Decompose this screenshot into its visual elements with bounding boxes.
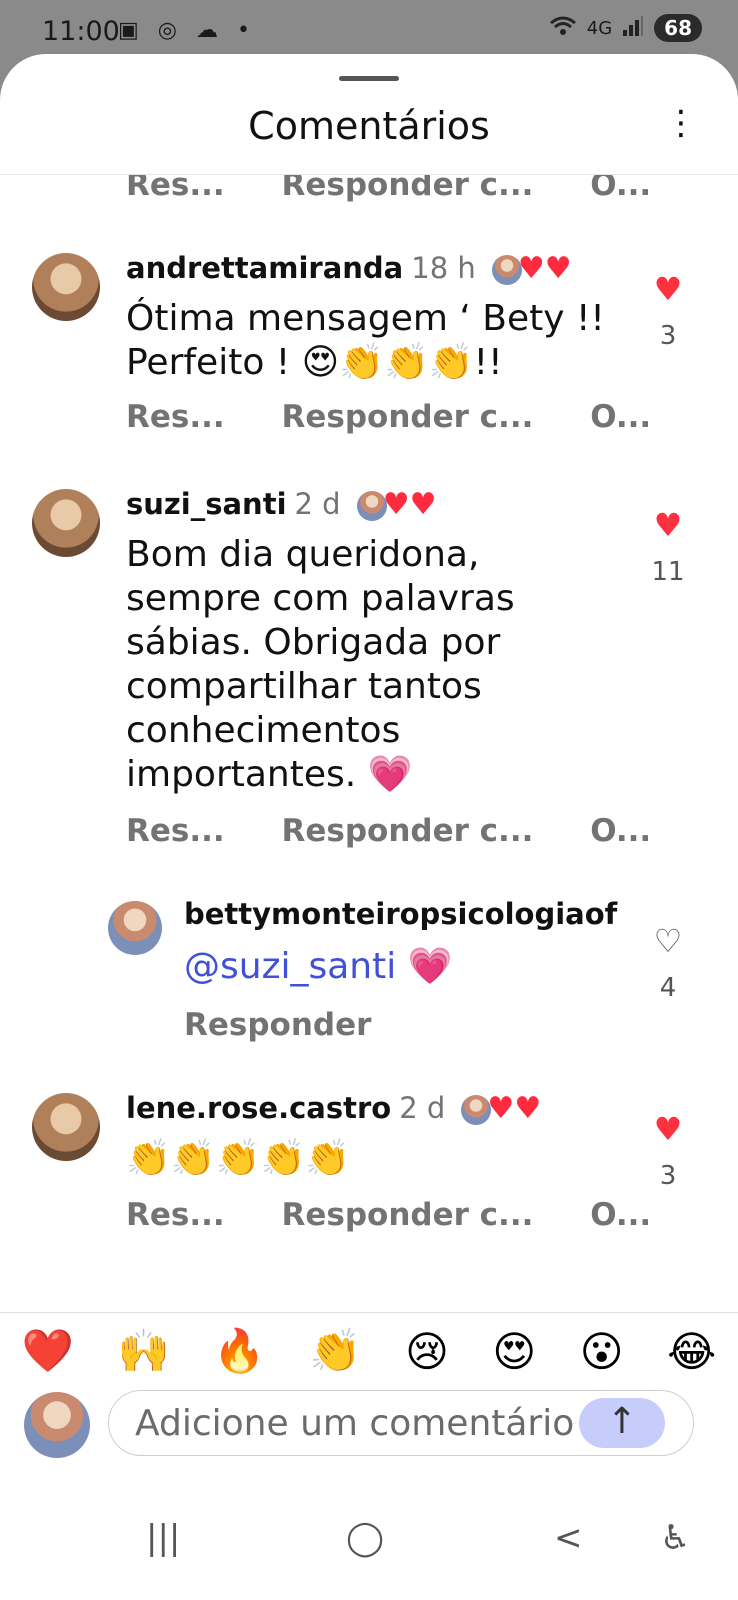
heart-filled-icon[interactable]: ♥ [648,1113,688,1145]
quick-reactions-bar: ❤️ 🙌 🔥 👏 😢 😍 😮 😂 [0,1312,738,1389]
comment-text: Ótima mensagem ‘ Bety !! Perfeito ! 😍👏👏👏… [126,298,605,383]
heart-filled-icon[interactable]: ♥ [648,509,688,541]
comment-like[interactable]: ♥ 11 [648,509,688,587]
reply-with-button[interactable]: Responder c... [281,1197,533,1233]
reply-with-button[interactable]: Responder c... [281,175,533,203]
reaction-raised-hands[interactable]: 🙌 [118,1326,170,1376]
comment-text: 👏👏👏👏👏 [126,1138,351,1179]
comment-time: 18 h [411,251,476,285]
sheet-title: Comentários [248,104,490,148]
reply-button[interactable]: Responder [184,1007,371,1043]
mention-link[interactable]: @suzi_santi [184,946,396,987]
recents-icon[interactable]: ||| [146,1518,180,1558]
heart-icon: ♥♥ [382,487,437,522]
reaction-heart[interactable]: ❤️ [22,1326,74,1376]
heart-filled-icon[interactable]: ♥ [648,273,688,305]
comment-composer: ↑ [0,1388,738,1474]
reply-button[interactable]: Res... [126,399,225,435]
comment-actions: Res... Responder c... O... [126,399,697,435]
reaction-laugh[interactable]: 😂 [667,1327,716,1376]
username[interactable]: lene.rose.castro [126,1091,391,1125]
comment-text: Bom dia queridona, sempre com palavras s… [126,534,515,795]
username[interactable]: andrettamiranda [126,251,403,285]
like-count: 11 [651,557,685,587]
status-time: 11:00 [42,16,120,47]
send-icon[interactable]: ↑ [579,1398,665,1448]
other-button[interactable]: O... [590,175,651,203]
like-count: 3 [659,321,677,351]
comment-time: 2 d [399,1091,446,1125]
back-icon[interactable]: < [554,1518,583,1558]
reaction-clap[interactable]: 👏 [309,1326,361,1376]
other-button[interactable]: O... [590,399,651,435]
reply-actions: Responder [184,1007,417,1043]
current-user-avatar [24,1392,90,1458]
reply-with-button[interactable]: Responder c... [281,813,533,849]
comment-input-wrapper[interactable]: ↑ [108,1390,694,1456]
other-button[interactable]: O... [590,1197,651,1233]
reaction-fire[interactable]: 🔥 [213,1326,265,1376]
reaction-heart-eyes[interactable]: 😍 [492,1327,536,1376]
liked-by-author-badge: ♥♥ [491,251,572,286]
more-options-icon[interactable]: ⋮ [664,106,698,140]
comments-sheet: Comentários ⋮ Res... Responder c... O...… [0,54,738,1600]
comment-like[interactable]: ♡ 4 [648,925,688,1003]
status-right: 4G 68 [549,14,702,42]
like-count: 4 [659,973,677,1003]
reaction-cry[interactable]: 😢 [405,1327,449,1376]
heart-outline-icon[interactable]: ♡ [648,925,688,957]
other-button[interactable]: O... [590,813,651,849]
liked-by-author-badge: ♥♥ [356,487,437,522]
reply-text: @suzi_santi 💗 [184,945,604,989]
wifi-icon [549,15,577,42]
battery-indicator: 68 [654,14,702,42]
home-icon[interactable]: ◯ [346,1518,384,1558]
comment-like[interactable]: ♥ 3 [648,1113,688,1191]
comment-like[interactable]: ♥ 3 [648,273,688,351]
heart-icon: ♥♥ [517,251,572,286]
drag-handle[interactable] [339,76,399,81]
like-count: 3 [659,1161,677,1191]
comment-header: suzi_santi 2 d ♥♥ [126,487,437,522]
comment-input[interactable] [133,1395,577,1451]
liked-by-author-badge: ♥♥ [461,1091,541,1126]
heart-icon: ♥♥ [487,1091,542,1126]
avatar[interactable] [108,901,162,955]
comment-actions: Res... Responder c... O... [126,813,697,849]
avatar[interactable] [32,253,100,321]
notification-icons: ▣ ◎ ☁ • [118,18,256,43]
accessibility-icon[interactable]: ♿ [660,1518,690,1558]
system-nav-bar: ||| ◯ < ♿ [0,1474,738,1600]
reply-button[interactable]: Res... [126,1197,225,1233]
comment-actions: Res... Responder c... O... [126,1197,697,1233]
comment-time: 2 d [294,487,341,521]
reply-emoji: 💗 [407,946,453,987]
network-type: 4G [586,17,613,39]
comment-header: andrettamiranda 18 h ♥♥ [126,251,572,286]
username[interactable]: bettymonteiropsicologiaof [184,897,617,931]
reply-button[interactable]: Res... [126,175,225,203]
signal-icon [622,15,644,42]
reply-with-button[interactable]: Responder c... [281,399,533,435]
comments-list[interactable]: Res... Responder c... O... andrettamiran… [0,175,738,1365]
avatar[interactable] [32,1093,100,1161]
reaction-wow[interactable]: 😮 [580,1327,624,1376]
avatar[interactable] [32,489,100,557]
comment-actions: Res... Responder c... O... [126,175,697,203]
comment-header: lene.rose.castro 2 d ♥♥ [126,1091,541,1126]
reply-button[interactable]: Res... [126,813,225,849]
username[interactable]: suzi_santi [126,487,287,521]
